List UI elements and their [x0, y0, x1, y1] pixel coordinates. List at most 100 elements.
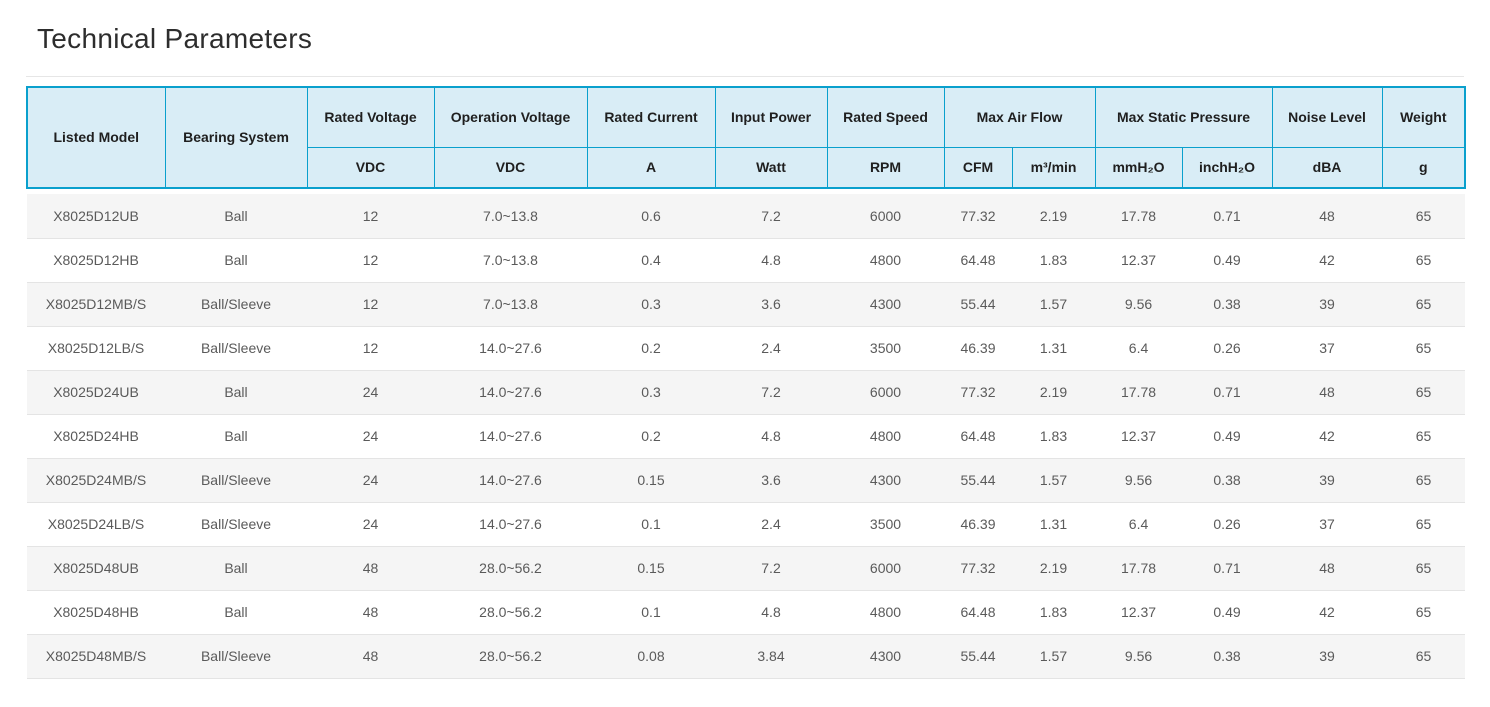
cell-max-air-flow-m3min: 2.19 — [1012, 546, 1096, 591]
cell-bearing-system: Ball — [165, 194, 307, 239]
col-header-noise-level: Noise Level — [1271, 86, 1383, 148]
cell-rated-current-a: 0.3 — [587, 370, 715, 415]
cell-noise-level-dba: 48 — [1272, 546, 1383, 591]
col-header-input-power: Input Power — [714, 86, 828, 148]
cell-rated-voltage-vdc: 12 — [307, 194, 434, 239]
cell-rated-current-a: 0.2 — [587, 414, 715, 459]
page-title: Technical Parameters — [37, 23, 313, 54]
cell-bearing-system: Ball/Sleeve — [165, 502, 307, 547]
col-header-max-static-pressure: Max Static Pressure — [1094, 86, 1273, 148]
cell-bearing-system: Ball — [165, 238, 307, 283]
cell-max-air-flow-m3min: 2.19 — [1012, 194, 1096, 239]
cell-rated-speed-rpm: 3500 — [827, 326, 944, 371]
cell-rated-current-a: 0.15 — [587, 458, 715, 503]
cell-max-air-flow-m3min: 2.19 — [1012, 370, 1096, 415]
cell-max-static-pressure-mmh2o: 17.78 — [1095, 194, 1183, 239]
cell-input-power-watt: 4.8 — [715, 414, 827, 459]
cell-bearing-system: Ball/Sleeve — [165, 282, 307, 327]
col-header-operation-voltage: Operation Voltage — [433, 86, 588, 148]
cell-noise-level-dba: 48 — [1272, 370, 1383, 415]
unit-pressure-mmh2o: mmH₂O — [1094, 146, 1183, 189]
cell-operation-voltage-vdc: 14.0~27.6 — [434, 370, 587, 415]
cell-rated-speed-rpm: 3500 — [827, 502, 944, 547]
cell-rated-speed-rpm: 6000 — [827, 370, 944, 415]
table-header: Listed Model Bearing System Rated Voltag… — [26, 86, 1466, 189]
cell-max-air-flow-m3min: 1.83 — [1012, 590, 1096, 635]
cell-listed-model: X8025D12HB — [27, 238, 165, 283]
cell-max-air-flow-cfm: 77.32 — [944, 194, 1012, 239]
cell-operation-voltage-vdc: 14.0~27.6 — [434, 414, 587, 459]
cell-max-air-flow-m3min: 1.57 — [1012, 458, 1096, 503]
cell-max-static-pressure-mmh2o: 9.56 — [1095, 458, 1183, 503]
unit-air-flow-cfm: CFM — [943, 146, 1013, 189]
unit-operation-voltage: VDC — [433, 146, 588, 189]
cell-input-power-watt: 7.2 — [715, 370, 827, 415]
cell-listed-model: X8025D12UB — [27, 194, 165, 239]
cell-max-air-flow-cfm: 46.39 — [944, 502, 1012, 547]
cell-weight-g: 65 — [1382, 194, 1466, 239]
cell-weight-g: 65 — [1382, 546, 1466, 591]
col-header-rated-current: Rated Current — [586, 86, 716, 148]
table-row: X8025D12LB/S Ball/Sleeve 12 14.0~27.6 0.2 2.4… — [27, 326, 1466, 371]
cell-max-static-pressure-inchh2o: 0.38 — [1182, 634, 1273, 679]
table-row: X8025D24LB/S Ball/Sleeve 24 14.0~27.6 0.1 2.4… — [27, 502, 1466, 547]
cell-bearing-system: Ball/Sleeve — [165, 634, 307, 679]
col-header-rated-voltage: Rated Voltage — [306, 86, 435, 148]
cell-operation-voltage-vdc: 14.0~27.6 — [434, 502, 587, 547]
cell-bearing-system: Ball/Sleeve — [165, 326, 307, 371]
cell-rated-voltage-vdc: 24 — [307, 458, 434, 503]
cell-max-static-pressure-inchh2o: 0.71 — [1182, 194, 1273, 239]
table-row: X8025D48UB Ball 48 28.0~56.2 0.15 7.2 6000 77.3… — [27, 546, 1466, 591]
cell-max-air-flow-m3min: 1.31 — [1012, 502, 1096, 547]
cell-rated-current-a: 0.4 — [587, 238, 715, 283]
cell-max-static-pressure-mmh2o: 17.78 — [1095, 546, 1183, 591]
cell-input-power-watt: 3.6 — [715, 282, 827, 327]
table-row: X8025D48MB/S Ball/Sleeve 48 28.0~56.2 0.08 3.… — [27, 634, 1466, 679]
cell-input-power-watt: 2.4 — [715, 326, 827, 371]
cell-max-static-pressure-mmh2o: 17.78 — [1095, 370, 1183, 415]
cell-bearing-system: Ball — [165, 414, 307, 459]
cell-operation-voltage-vdc: 28.0~56.2 — [434, 590, 587, 635]
cell-bearing-system: Ball — [165, 370, 307, 415]
cell-rated-speed-rpm: 4800 — [827, 414, 944, 459]
cell-max-air-flow-cfm: 64.48 — [944, 590, 1012, 635]
cell-noise-level-dba: 42 — [1272, 590, 1383, 635]
cell-weight-g: 65 — [1382, 458, 1466, 503]
technical-parameters-table: Listed Model Bearing System Rated Voltag… — [26, 86, 1466, 679]
table-row: X8025D12HB Ball 12 7.0~13.8 0.4 4.8 4800 64.48 1… — [27, 238, 1466, 283]
cell-max-air-flow-m3min: 1.57 — [1012, 634, 1096, 679]
cell-max-air-flow-cfm: 55.44 — [944, 282, 1012, 327]
cell-max-static-pressure-inchh2o: 0.38 — [1182, 458, 1273, 503]
cell-rated-voltage-vdc: 12 — [307, 282, 434, 327]
cell-input-power-watt: 3.84 — [715, 634, 827, 679]
cell-bearing-system: Ball — [165, 546, 307, 591]
cell-rated-speed-rpm: 4800 — [827, 590, 944, 635]
cell-operation-voltage-vdc: 7.0~13.8 — [434, 282, 587, 327]
cell-bearing-system: Ball — [165, 590, 307, 635]
cell-max-static-pressure-mmh2o: 9.56 — [1095, 634, 1183, 679]
cell-weight-g: 65 — [1382, 370, 1466, 415]
cell-max-static-pressure-mmh2o: 12.37 — [1095, 414, 1183, 459]
cell-rated-speed-rpm: 6000 — [827, 546, 944, 591]
cell-max-air-flow-cfm: 77.32 — [944, 546, 1012, 591]
header-row-labels: Listed Model Bearing System Rated Voltag… — [26, 86, 1466, 189]
cell-listed-model: X8025D24HB — [27, 414, 165, 459]
cell-operation-voltage-vdc: 28.0~56.2 — [434, 546, 587, 591]
cell-rated-voltage-vdc: 48 — [307, 546, 434, 591]
cell-input-power-watt: 7.2 — [715, 546, 827, 591]
cell-noise-level-dba: 39 — [1272, 634, 1383, 679]
cell-rated-voltage-vdc: 48 — [307, 590, 434, 635]
cell-weight-g: 65 — [1382, 634, 1466, 679]
cell-max-air-flow-cfm: 55.44 — [944, 458, 1012, 503]
cell-weight-g: 65 — [1382, 282, 1466, 327]
cell-rated-speed-rpm: 4800 — [827, 238, 944, 283]
cell-rated-current-a: 0.2 — [587, 326, 715, 371]
col-header-weight: Weight — [1381, 86, 1466, 148]
cell-noise-level-dba: 37 — [1272, 326, 1383, 371]
cell-input-power-watt: 4.8 — [715, 238, 827, 283]
cell-listed-model: X8025D12LB/S — [27, 326, 165, 371]
unit-noise-level: dBA — [1271, 146, 1383, 189]
cell-rated-speed-rpm: 6000 — [827, 194, 944, 239]
cell-rated-current-a: 0.1 — [587, 502, 715, 547]
cell-weight-g: 65 — [1382, 590, 1466, 635]
